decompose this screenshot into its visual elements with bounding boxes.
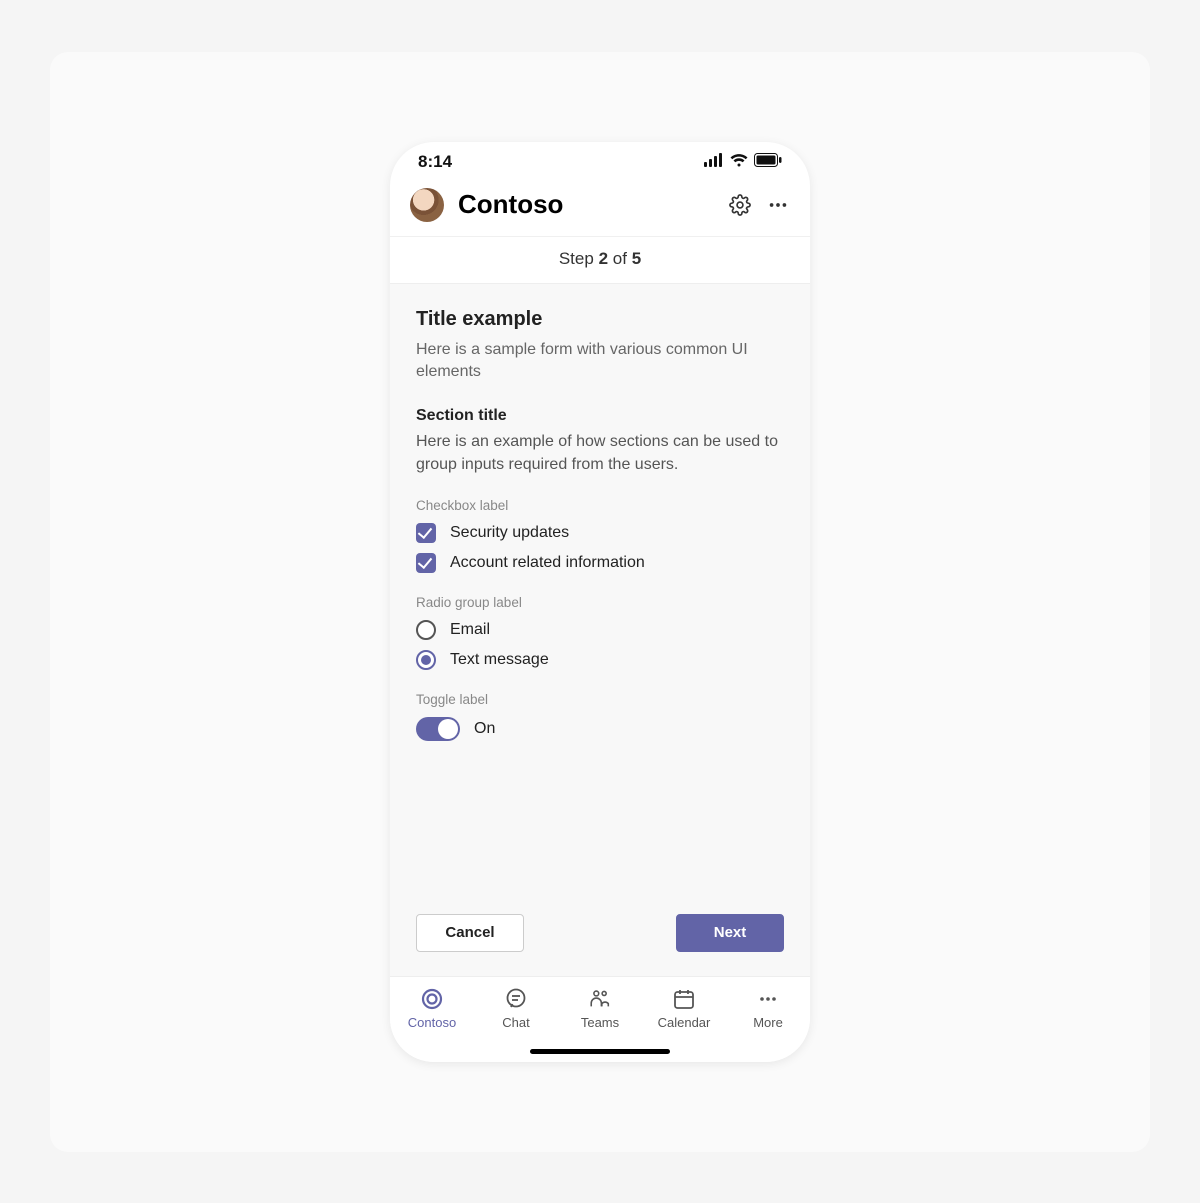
gear-icon[interactable] bbox=[728, 193, 752, 217]
tab-label: Chat bbox=[502, 1015, 529, 1030]
step-of: of bbox=[613, 249, 627, 268]
tab-label: More bbox=[753, 1015, 783, 1030]
toggle-label: Toggle label bbox=[416, 692, 784, 707]
checkbox-group-label: Checkbox label bbox=[416, 498, 784, 513]
spacer bbox=[416, 741, 784, 909]
avatar[interactable] bbox=[410, 188, 444, 222]
button-row: Cancel Next bbox=[416, 910, 784, 960]
toggle-on[interactable] bbox=[416, 717, 460, 741]
cancel-button-label: Cancel bbox=[445, 924, 494, 941]
radio-selected-icon[interactable] bbox=[416, 650, 436, 670]
tab-label: Teams bbox=[581, 1015, 619, 1030]
step-indicator: Step 2 of 5 bbox=[390, 237, 810, 284]
status-icons bbox=[704, 152, 782, 172]
contoso-app-icon bbox=[420, 987, 444, 1011]
calendar-icon bbox=[672, 987, 696, 1011]
tab-label: Contoso bbox=[408, 1015, 456, 1030]
more-horizontal-icon[interactable] bbox=[766, 193, 790, 217]
app-title: Contoso bbox=[458, 189, 714, 220]
battery-icon bbox=[754, 152, 782, 172]
teams-icon bbox=[588, 987, 612, 1011]
section-title: Section title bbox=[416, 407, 784, 425]
checkbox-option-label: Account related information bbox=[450, 554, 645, 572]
app-header: Contoso bbox=[390, 182, 810, 237]
stage: 8:14 Contoso bbox=[50, 52, 1150, 1152]
step-total: 5 bbox=[632, 249, 641, 268]
section-desc: Here is an example of how sections can b… bbox=[416, 431, 784, 476]
step-current: 2 bbox=[599, 249, 608, 268]
step-prefix: Step bbox=[559, 249, 594, 268]
checkbox-checked-icon[interactable] bbox=[416, 523, 436, 543]
next-button[interactable]: Next bbox=[676, 914, 784, 952]
wifi-icon bbox=[730, 152, 748, 172]
radio-option-label: Text message bbox=[450, 651, 549, 669]
tab-label: Calendar bbox=[658, 1015, 711, 1030]
more-horizontal-icon bbox=[756, 987, 780, 1011]
cellular-icon bbox=[704, 152, 724, 172]
radio-unselected-icon[interactable] bbox=[416, 620, 436, 640]
phone-frame: 8:14 Contoso bbox=[390, 142, 810, 1062]
checkbox-option[interactable]: Account related information bbox=[416, 553, 784, 573]
home-indicator[interactable] bbox=[530, 1049, 670, 1054]
radio-group-label: Radio group label bbox=[416, 595, 784, 610]
next-button-label: Next bbox=[714, 924, 747, 941]
radio-option[interactable]: Text message bbox=[416, 650, 784, 670]
tab-more[interactable]: More bbox=[726, 977, 810, 1062]
checkbox-option[interactable]: Security updates bbox=[416, 523, 784, 543]
status-bar: 8:14 bbox=[390, 142, 810, 182]
toggle-value-label: On bbox=[474, 720, 495, 738]
form-content: Title example Here is a sample form with… bbox=[390, 284, 810, 976]
radio-option[interactable]: Email bbox=[416, 620, 784, 640]
status-time: 8:14 bbox=[418, 152, 452, 172]
cancel-button[interactable]: Cancel bbox=[416, 914, 524, 952]
checkbox-checked-icon[interactable] bbox=[416, 553, 436, 573]
page-title: Title example bbox=[416, 308, 784, 331]
toggle-row: On bbox=[416, 717, 784, 741]
tab-contoso[interactable]: Contoso bbox=[390, 977, 474, 1062]
radio-option-label: Email bbox=[450, 621, 490, 639]
chat-icon bbox=[504, 987, 528, 1011]
page-subtitle: Here is a sample form with various commo… bbox=[416, 339, 784, 384]
checkbox-option-label: Security updates bbox=[450, 524, 569, 542]
